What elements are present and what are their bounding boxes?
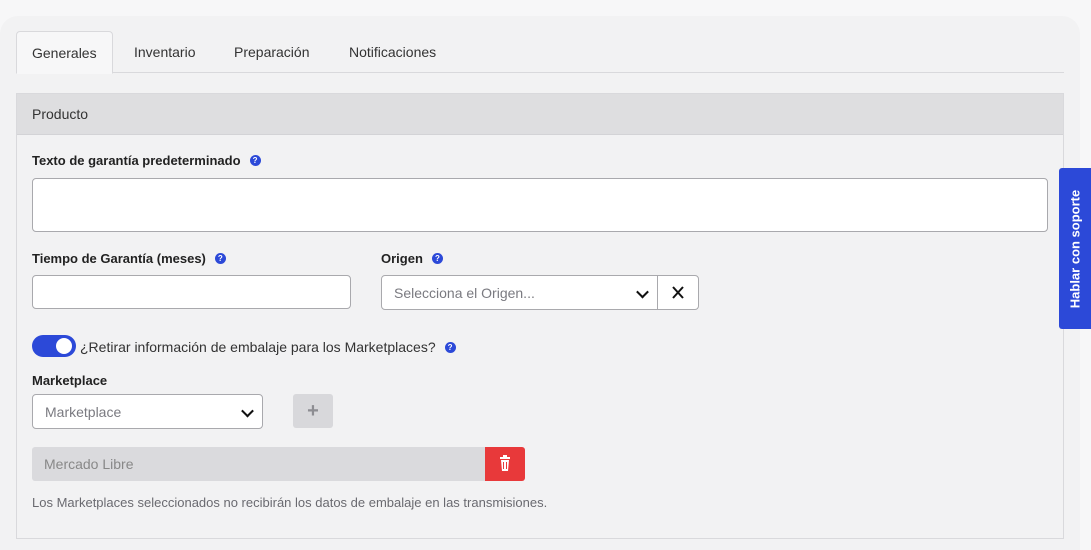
warranty-time-label: Tiempo de Garantía (meses) ? [32,251,226,266]
tab-generales[interactable]: Generales [16,31,113,74]
tab-bar: Generales Inventario Preparación Notific… [16,31,1064,74]
tab-preparacion[interactable]: Preparación [234,31,310,73]
remove-packaging-toggle[interactable] [32,335,76,357]
delete-marketplace-button[interactable] [485,447,525,481]
origin-label-text: Origen [381,251,423,266]
panel-title: Producto [17,94,1063,135]
remove-packaging-text: ¿Retirar información de embalaje para lo… [80,339,436,355]
origin-select-placeholder: Selecciona el Origen... [394,284,535,301]
help-icon[interactable]: ? [444,341,456,353]
support-tab-label: Hablar con soporte [1067,189,1083,308]
trash-icon [500,455,510,471]
plus-icon: + [307,400,319,422]
origin-label: Origen ? [381,251,443,266]
tab-notificaciones[interactable]: Notificaciones [349,31,436,73]
toggle-knob [56,338,72,354]
product-panel: Producto Texto de garantía predeterminad… [16,93,1064,539]
remove-packaging-label: ¿Retirar información de embalaje para lo… [80,339,456,355]
chevron-down-icon [636,285,649,298]
help-icon[interactable]: ? [431,253,443,264]
add-marketplace-button[interactable]: + [293,394,333,428]
selected-marketplace-item: Mercado Libre [32,447,486,481]
warranty-time-label-text: Tiempo de Garantía (meses) [32,251,206,266]
marketplace-note: Los Marketplaces seleccionados no recibi… [32,495,548,510]
close-icon [672,286,684,299]
tab-inventario[interactable]: Inventario [134,31,195,73]
marketplace-label: Marketplace [32,373,108,388]
warranty-text-input[interactable] [32,178,1048,232]
selected-marketplace-name: Mercado Libre [44,456,134,472]
marketplace-select-placeholder: Marketplace [45,403,122,420]
warranty-text-label: Texto de garantía predeterminado ? [32,153,261,168]
support-tab[interactable]: Hablar con soporte [1059,168,1091,329]
help-icon[interactable]: ? [214,253,226,264]
clear-origin-button[interactable] [657,275,699,310]
warranty-text-label-text: Texto de garantía predeterminado [32,153,241,168]
help-icon[interactable]: ? [249,155,261,166]
marketplace-select[interactable]: Marketplace [32,394,263,429]
chevron-down-icon [241,404,254,417]
origin-select[interactable]: Selecciona el Origen... [381,275,658,310]
warranty-months-input[interactable] [32,275,351,309]
